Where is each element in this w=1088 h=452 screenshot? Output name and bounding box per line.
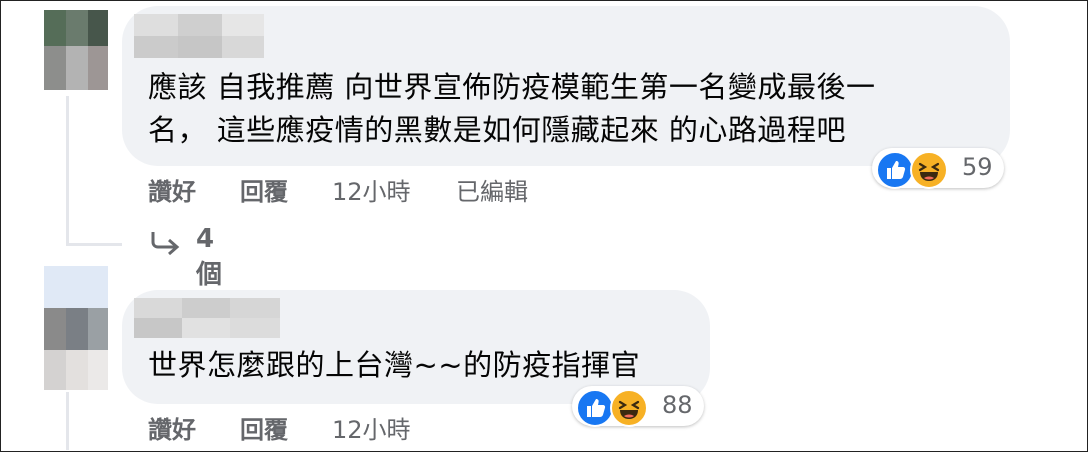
commenter-name[interactable] [134, 14, 264, 58]
thread-line [66, 392, 69, 450]
reaction-summary[interactable]: 88 [572, 386, 704, 427]
reaction-count: 88 [662, 391, 693, 419]
reply-button[interactable]: 回覆 [240, 172, 288, 207]
avatar[interactable] [44, 266, 108, 390]
timestamp[interactable]: 12小時 [332, 410, 411, 445]
thread-line [66, 96, 69, 246]
timestamp[interactable]: 12小時 [332, 172, 411, 207]
reply-button[interactable]: 回覆 [240, 410, 288, 445]
like-button[interactable]: 讚好 [148, 172, 196, 207]
comment-text-line: 名， 這些應疫情的黑數是如何隱藏起來 的心路過程吧 [148, 113, 846, 147]
comment-text-line: 應該 自我推薦 向世界宣佈防疫模範生第一名變成最後一 [148, 70, 876, 104]
like-icon [576, 389, 614, 427]
comment-text-line: 世界怎麼跟的上台灣~~的防疫指揮官 [148, 348, 641, 382]
avatar[interactable] [44, 10, 108, 90]
haha-icon [610, 389, 648, 427]
comment-text: 應該 自我推薦 向世界宣佈防疫模範生第一名變成最後一 名， 這些應疫情的黑數是如… [148, 66, 875, 152]
like-button[interactable]: 讚好 [148, 410, 196, 445]
reaction-count: 59 [962, 153, 993, 181]
reaction-summary[interactable]: 59 [872, 148, 1004, 189]
thread-connector [66, 243, 122, 246]
commenter-name[interactable] [134, 298, 280, 338]
like-icon [876, 151, 914, 189]
haha-icon [910, 151, 948, 189]
comment-text: 世界怎麼跟的上台灣~~的防疫指揮官 [148, 344, 640, 387]
edited-label: 已編輯 [456, 178, 528, 206]
reply-arrow-icon [150, 230, 180, 260]
